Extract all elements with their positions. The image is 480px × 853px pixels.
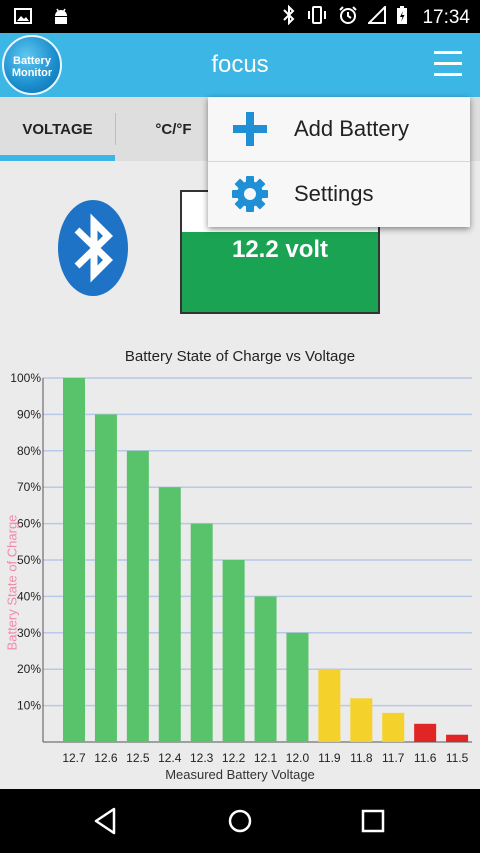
x-tick-label: 12.1: [254, 751, 278, 765]
y-tick-label: 90%: [17, 407, 41, 421]
menu-icon-line: [434, 62, 462, 65]
x-tick-label: 12.3: [190, 751, 214, 765]
y-tick-label: 80%: [17, 444, 41, 458]
y-tick-label: 70%: [17, 480, 41, 494]
chart-bar: [254, 596, 277, 742]
menu-item-settings[interactable]: Settings: [208, 162, 470, 226]
gear-icon: [230, 174, 270, 214]
chart-bar: [63, 378, 85, 742]
x-tick-label: 11.5: [446, 751, 469, 765]
x-tick-label: 12.0: [286, 751, 310, 765]
app-title: focus: [211, 51, 269, 78]
app-bar: Battery Monitor focus: [0, 33, 480, 97]
recents-icon[interactable]: [355, 803, 391, 839]
menu-icon-line: [434, 51, 462, 54]
soc-voltage-chart: 10% 20% 30% 40% 50% 60% 70% 80% 90% 100% 12.7 12.6 1…: [10, 371, 472, 765]
chart-bar: [414, 723, 437, 742]
image-icon: [14, 8, 32, 29]
y-tick-label: 30%: [17, 626, 41, 640]
clock-time: 17:34: [422, 7, 470, 28]
chart-bar: [126, 450, 149, 742]
chart-x-axis-label: Measured Battery Voltage: [165, 767, 315, 782]
x-tick-label: 12.2: [222, 751, 246, 765]
chart-bar: [350, 698, 373, 742]
menu-item-settings-label: Settings: [294, 181, 374, 206]
chart-bar: [190, 523, 213, 742]
y-tick-label: 100%: [10, 371, 41, 385]
x-tick-label: 11.8: [350, 751, 373, 765]
y-tick-label: 60%: [17, 517, 41, 531]
y-tick-label: 20%: [17, 662, 41, 676]
tab-voltage[interactable]: VOLTAGE: [0, 97, 115, 161]
y-tick-label: 40%: [17, 589, 41, 603]
x-tick-label: 11.6: [414, 751, 437, 765]
tab-temperature-label: °C/°F: [155, 120, 192, 138]
menu-item-add-battery[interactable]: Add Battery: [208, 97, 470, 161]
tab-voltage-label: VOLTAGE: [22, 120, 93, 138]
bluetooth-icon: [282, 4, 296, 31]
tab-selected-indicator: [0, 155, 115, 161]
chart-y-axis-label: Battery State of Charge: [4, 514, 20, 651]
signal-icon: [367, 4, 387, 30]
alarm-icon: [338, 5, 358, 31]
chart-bar: [318, 669, 341, 742]
chart-title: Battery State of Charge vs Voltage: [124, 348, 356, 365]
battery-charging-icon: [396, 5, 408, 31]
plus-icon: [230, 109, 270, 149]
bluetooth-icon[interactable]: [58, 200, 128, 296]
chart-bar: [286, 632, 309, 742]
chart-bar: [222, 560, 245, 742]
y-tick-label: 10%: [17, 699, 41, 713]
chart-bar: [158, 487, 181, 742]
x-tick-label: 12.6: [94, 751, 118, 765]
chart-bar: [446, 734, 469, 742]
chart-bar: [382, 712, 405, 742]
menu-item-add-battery-label: Add Battery: [294, 116, 409, 141]
x-tick-label: 12.7: [62, 751, 86, 765]
android-icon: [52, 7, 70, 30]
back-icon[interactable]: [88, 803, 124, 839]
overflow-popup-menu: Add Battery Settings: [208, 97, 470, 227]
vibrate-icon: [306, 5, 328, 31]
x-tick-label: 12.4: [158, 751, 182, 765]
voltage-reading: 12.2 volt: [231, 236, 329, 263]
home-icon[interactable]: [222, 803, 258, 839]
x-tick-label: 12.5: [126, 751, 150, 765]
status-bar: 17:34: [0, 0, 480, 33]
x-tick-label: 11.9: [318, 751, 341, 765]
menu-icon-line: [434, 73, 462, 76]
system-nav-bar: [0, 789, 480, 853]
x-tick-label: 11.7: [382, 751, 405, 765]
chart-bar: [94, 414, 117, 742]
overflow-menu-button[interactable]: [434, 51, 462, 77]
y-tick-label: 50%: [17, 553, 41, 567]
